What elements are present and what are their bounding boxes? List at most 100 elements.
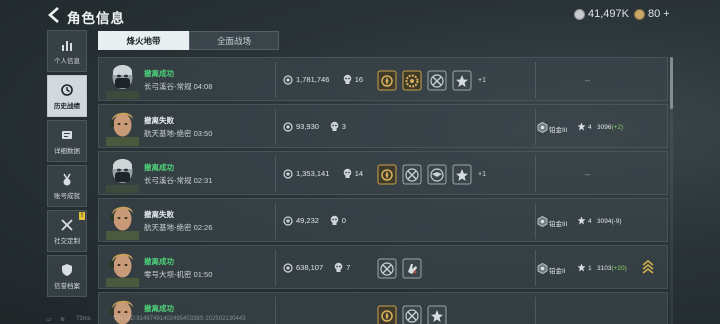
gold-crest-badge[interactable] <box>377 70 397 91</box>
rank-emblem-icon <box>537 122 548 133</box>
operator-avatar <box>106 253 139 287</box>
rank-empty: -- <box>585 76 590 85</box>
column-divider <box>275 62 276 98</box>
match-result: 撤离失败 <box>144 210 174 219</box>
back-arrow-icon[interactable] <box>46 6 62 24</box>
add-gold-button[interactable]: + <box>663 8 669 20</box>
sidebar-label: 个人信息 <box>54 57 80 65</box>
extracted-value: 1,781,746 <box>296 75 330 84</box>
match-map-time: 长弓溪谷-常规 04:08 <box>144 81 212 92</box>
rank-emblem-icon <box>537 216 548 227</box>
column-divider <box>275 109 276 145</box>
rank-star-icon <box>577 263 586 272</box>
rank-star-count: 4 <box>588 218 592 225</box>
sidebar-item-details[interactable]: 详细数据 <box>47 120 87 162</box>
match-duration: 02:26 <box>193 223 213 232</box>
kill-count: 7 <box>346 263 351 272</box>
match-row[interactable]: 撤离失败 航天基地-绝密 03:50 93,930 3 铂金III 4 3096(+2) <box>98 104 668 148</box>
match-result: 撤离成功 <box>144 163 174 172</box>
match-row[interactable]: 撤离失败 航天基地-绝密 02:26 49,232 0 铂金III 4 3094(-9) <box>98 198 668 242</box>
match-duration: 04:08 <box>193 82 213 91</box>
match-duration: 01:50 <box>193 270 213 279</box>
sidebar-label: 历史战绩 <box>54 102 80 110</box>
sidebar-item-achievements[interactable]: 账号成就 <box>47 165 87 207</box>
column-divider <box>275 250 276 286</box>
ping-readout: 73ms <box>76 316 91 322</box>
sidebar-label: 信誉档案 <box>54 282 80 290</box>
notification-badge: ! <box>79 212 85 220</box>
rank-star-count: 1 <box>588 265 592 272</box>
rank-empty: -- <box>585 170 590 179</box>
match-map: 航天基地-绝密 <box>144 223 192 232</box>
scrollbar[interactable] <box>670 57 673 324</box>
rank-up-chevron-icon <box>642 260 654 274</box>
medal-icon <box>63 173 71 185</box>
match-map: 长弓溪谷-常规 <box>144 82 192 91</box>
gold-crest-badge[interactable] <box>377 164 397 185</box>
tab-extraction-zone[interactable]: 烽火地带 <box>98 31 189 50</box>
gold-balance[interactable]: 80 + <box>634 8 670 20</box>
match-map: 航天基地-绝密 <box>144 129 192 138</box>
match-map-time: 航天基地-绝密 03:50 <box>144 128 212 139</box>
battery-icon: ▭ <box>46 317 52 323</box>
sidebar-item-social[interactable]: 社交定制 ! <box>47 210 87 252</box>
kill-count: 3 <box>341 122 346 131</box>
kill-count: 0 <box>341 216 346 225</box>
rank-emblem-icon <box>537 263 548 274</box>
sidebar-item-reputation[interactable]: 信誉档案 <box>47 255 87 297</box>
match-map: 长弓溪谷-常规 <box>144 176 192 185</box>
eagle-badge[interactable] <box>427 164 447 185</box>
sidebar-item-history[interactable]: 历史战绩 <box>47 75 87 117</box>
extracted-value: 638,107 <box>296 263 324 272</box>
sidebar-label: 社交定制 <box>54 237 80 245</box>
more-badges-count[interactable]: +1 <box>478 77 486 84</box>
column-divider <box>535 203 536 239</box>
scroll-thumb[interactable] <box>670 57 673 109</box>
rank-score: 3096(+2) <box>597 124 623 131</box>
column-divider <box>535 109 536 145</box>
rank-tier: 铂金III <box>549 221 568 228</box>
sidebar-item-profile[interactable]: 个人信息 <box>47 30 87 72</box>
silver-coin-icon <box>574 8 585 20</box>
coin-icon <box>283 169 293 179</box>
coin-icon <box>283 122 293 132</box>
rank-delta: (+20) <box>611 265 627 272</box>
rank-points: 3094 <box>597 218 612 225</box>
wifi-icon: ≋ <box>60 317 66 323</box>
star-badge[interactable] <box>452 164 472 185</box>
sidebar-label: 账号成就 <box>54 192 80 200</box>
match-row[interactable]: 撤离成功 长弓溪谷-常规 04:08 1,781,746 16 +1 -- <box>98 57 668 101</box>
rank-score: 3094(-9) <box>597 218 622 225</box>
column-divider <box>535 156 536 192</box>
crossed-tools-badge[interactable] <box>427 70 447 91</box>
match-duration: 02:31 <box>193 176 213 185</box>
rank-points: 3096 <box>597 124 612 131</box>
star-badge[interactable] <box>452 70 472 91</box>
rank-delta: (+2) <box>611 124 624 131</box>
column-divider <box>535 250 536 286</box>
skull-icon <box>330 215 339 225</box>
coin-icon <box>283 263 293 273</box>
match-result: 撤离成功 <box>144 69 174 78</box>
uid-readout: CN UID:8149749140249540338S 202502130443 <box>114 316 246 322</box>
crossed-tools-badge[interactable] <box>377 258 397 279</box>
more-badges-count[interactable]: +1 <box>478 171 486 178</box>
sidebar-label: 详细数据 <box>54 147 80 155</box>
match-map-time: 长弓溪谷-常规 02:31 <box>144 175 212 186</box>
match-result: 撤离成功 <box>144 304 174 313</box>
silver-amount: 41,497K <box>588 8 629 20</box>
match-duration: 03:50 <box>193 129 213 138</box>
crossed-tools-badge[interactable] <box>402 164 422 185</box>
match-row[interactable]: 撤离成功 零号大坝-机密 01:50 638,107 7 铂金II 1 3103(+20) <box>98 245 668 289</box>
gold-coin-icon <box>634 8 645 20</box>
tab-full-warfare[interactable]: 全面战场 <box>189 31 279 50</box>
rank-star-icon <box>577 122 586 131</box>
extracted-value: 1,353,141 <box>296 169 330 178</box>
skull-icon <box>343 74 351 84</box>
hand-badge[interactable] <box>402 258 422 279</box>
match-result: 撤离成功 <box>144 257 174 266</box>
operator-avatar <box>106 112 139 146</box>
gold-gear-badge[interactable] <box>402 70 422 91</box>
column-divider <box>275 156 276 192</box>
match-row[interactable]: 撤离成功 长弓溪谷-常规 02:31 1,353,141 14 +1 -- <box>98 151 668 195</box>
